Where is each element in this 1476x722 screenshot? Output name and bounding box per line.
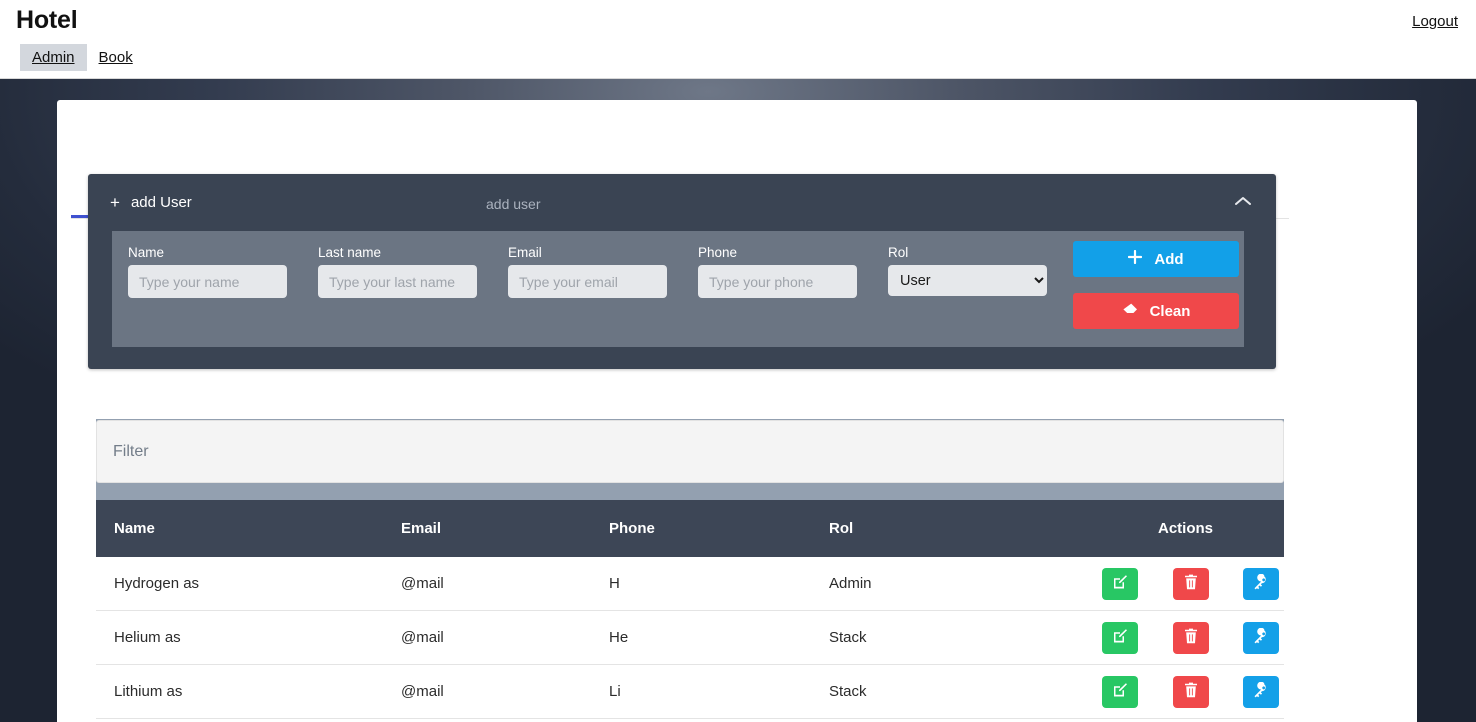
row-action-group <box>1087 622 1284 654</box>
cell-email: @mail <box>383 557 591 611</box>
add-user-form: Name Last name Email Phone Rol UserAdmin… <box>112 231 1244 347</box>
cell-actions <box>1087 557 1284 611</box>
label-phone: Phone <box>698 245 857 260</box>
column-header-phone: Phone <box>591 500 811 557</box>
table-header-row: Name Email Phone Rol Actions <box>96 500 1284 557</box>
add-user-subtitle: add user <box>486 196 540 212</box>
brand-title: Hotel <box>16 6 78 35</box>
clean-button-label: Clean <box>1150 303 1191 320</box>
column-header-email: Email <box>383 500 591 557</box>
form-buttons: Add Clean <box>1073 241 1239 329</box>
pencil-square-icon <box>1112 574 1128 593</box>
chevron-up-icon[interactable] <box>1232 190 1254 212</box>
delete-button[interactable] <box>1173 622 1209 654</box>
add-user-panel: + add User add user Name Last name Email <box>88 174 1276 369</box>
trash-icon <box>1184 574 1198 593</box>
cell-name: Helium as <box>96 611 383 665</box>
cell-name: Lithium as <box>96 665 383 719</box>
table-row: Beryllium as@mailBeStack <box>96 719 1284 722</box>
cell-rol: Admin <box>811 557 1087 611</box>
eraser-icon <box>1122 302 1138 320</box>
label-name: Name <box>128 245 287 260</box>
page-background: Users Floor Room + add User add user Nam… <box>0 79 1476 722</box>
add-user-title: + add User <box>110 194 192 211</box>
edit-button[interactable] <box>1102 622 1138 654</box>
cell-phone: Li <box>591 665 811 719</box>
table-header: Name Email Phone Rol Actions <box>96 500 1284 557</box>
add-button-label: Add <box>1154 251 1183 268</box>
pencil-square-icon <box>1112 628 1128 647</box>
key-icon <box>1253 682 1269 701</box>
table-body: Hydrogen as@mailHAdminHelium as@mailHeSt… <box>96 557 1284 722</box>
label-last-name: Last name <box>318 245 477 260</box>
cell-email: @mail <box>383 719 591 722</box>
cell-email: @mail <box>383 665 591 719</box>
email-input[interactable] <box>508 265 667 298</box>
cell-email: @mail <box>383 611 591 665</box>
row-action-group <box>1087 676 1284 708</box>
delete-button[interactable] <box>1173 676 1209 708</box>
cell-actions <box>1087 719 1284 722</box>
pencil-square-icon <box>1112 682 1128 701</box>
password-button[interactable] <box>1243 676 1279 708</box>
cell-name: Beryllium as <box>96 719 383 722</box>
cell-rol: Stack <box>811 611 1087 665</box>
field-last-name: Last name <box>318 245 477 298</box>
cell-phone: He <box>591 611 811 665</box>
cell-actions <box>1087 665 1284 719</box>
column-header-actions: Actions <box>1087 500 1284 557</box>
cell-rol: Stack <box>811 665 1087 719</box>
top-navbar: Hotel Admin Book Logout <box>0 0 1476 79</box>
cell-actions <box>1087 611 1284 665</box>
delete-button[interactable] <box>1173 568 1209 600</box>
filter-input[interactable] <box>111 421 1271 482</box>
primary-nav: Admin Book <box>20 44 145 71</box>
plus-icon <box>1128 250 1142 268</box>
edit-button[interactable] <box>1102 676 1138 708</box>
cell-rol: Stack <box>811 719 1087 722</box>
logout-link[interactable]: Logout <box>1412 13 1458 30</box>
name-input[interactable] <box>128 265 287 298</box>
add-button[interactable]: Add <box>1073 241 1239 277</box>
cell-phone: H <box>591 557 811 611</box>
nav-link-admin[interactable]: Admin <box>20 44 87 71</box>
table-row: Lithium as@mailLiStack <box>96 665 1284 719</box>
plus-icon: + <box>110 194 120 211</box>
column-header-name: Name <box>96 500 383 557</box>
key-icon <box>1253 574 1269 593</box>
filter-container <box>96 420 1284 483</box>
field-rol: Rol UserAdminStack <box>888 245 1047 296</box>
cell-name: Hydrogen as <box>96 557 383 611</box>
row-action-group <box>1087 568 1284 600</box>
key-icon <box>1253 628 1269 647</box>
field-name: Name <box>128 245 287 298</box>
table-row: Hydrogen as@mailHAdmin <box>96 557 1284 611</box>
trash-icon <box>1184 628 1198 647</box>
add-user-title-text: add User <box>131 194 192 211</box>
last-name-input[interactable] <box>318 265 477 298</box>
add-user-panel-header[interactable]: + add User add user <box>88 174 1276 236</box>
password-button[interactable] <box>1243 568 1279 600</box>
field-phone: Phone <box>698 245 857 298</box>
edit-button[interactable] <box>1102 568 1138 600</box>
cell-phone: Be <box>591 719 811 722</box>
label-rol: Rol <box>888 245 1047 260</box>
table-row: Helium as@mailHeStack <box>96 611 1284 665</box>
users-table: Name Email Phone Rol Actions Hydrogen as… <box>96 500 1284 722</box>
password-button[interactable] <box>1243 622 1279 654</box>
field-email: Email <box>508 245 667 298</box>
trash-icon <box>1184 682 1198 701</box>
label-email: Email <box>508 245 667 260</box>
clean-button[interactable]: Clean <box>1073 293 1239 329</box>
users-table-container: Name Email Phone Rol Actions Hydrogen as… <box>96 500 1284 722</box>
rol-select[interactable]: UserAdminStack <box>888 265 1047 296</box>
nav-link-book[interactable]: Book <box>87 44 145 71</box>
phone-input[interactable] <box>698 265 857 298</box>
column-header-rol: Rol <box>811 500 1087 557</box>
